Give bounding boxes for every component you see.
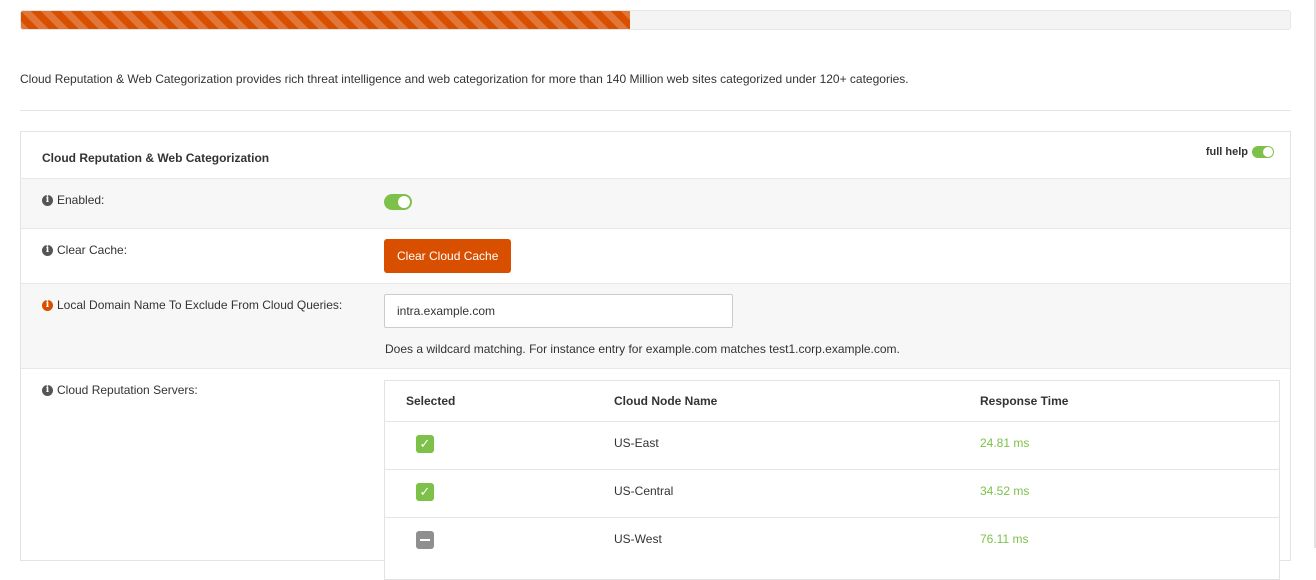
full-help-switch-icon[interactable] <box>1252 146 1274 158</box>
settings-panel: Cloud Reputation & Web Categorization fu… <box>20 131 1291 580</box>
node-name: US-West <box>614 532 662 546</box>
table-row[interactable]: ✓ US-East 24.81 ms <box>385 421 1279 469</box>
checkbox-checked-icon[interactable]: ✓ <box>416 483 434 501</box>
local-domain-hint: Does a wildcard matching. For instance e… <box>385 342 900 356</box>
info-icon[interactable]: i <box>42 244 53 256</box>
node-name: US-East <box>614 436 659 450</box>
row-cloud-servers: i Cloud Reputation Servers: Selected Clo… <box>21 369 1290 580</box>
intro-text: Cloud Reputation & Web Categorization pr… <box>20 72 909 86</box>
enabled-label-text: Enabled: <box>57 193 105 207</box>
row-enabled: i Enabled: <box>21 179 1290 229</box>
checkbox-checked-icon[interactable]: ✓ <box>416 435 434 453</box>
row-local-domain: i Local Domain Name To Exclude From Clou… <box>21 284 1290 369</box>
cloud-servers-label: i Cloud Reputation Servers: <box>42 383 198 397</box>
panel-title: Cloud Reputation & Web Categorization <box>42 151 270 165</box>
checkbox-indeterminate-icon[interactable] <box>416 531 434 549</box>
local-domain-input[interactable] <box>384 294 733 328</box>
panel-header: Cloud Reputation & Web Categorization fu… <box>21 132 1290 179</box>
cloud-servers-label-text: Cloud Reputation Servers: <box>57 383 198 397</box>
column-header-response-time[interactable]: Response Time <box>980 394 1068 408</box>
divider <box>20 110 1291 111</box>
row-clear-cache: i Clear Cache: Clear Cloud Cache <box>21 229 1290 284</box>
column-header-selected[interactable]: Selected <box>406 394 455 408</box>
full-help-label: full help <box>1205 146 1248 158</box>
table-row[interactable]: ✓ US-Central 34.52 ms <box>385 469 1279 517</box>
local-domain-label-text: Local Domain Name To Exclude From Cloud … <box>57 298 343 312</box>
column-header-node-name[interactable]: Cloud Node Name <box>614 394 717 408</box>
info-icon[interactable]: i <box>42 194 53 206</box>
full-help-toggle[interactable]: full help <box>1206 146 1274 158</box>
clear-cloud-cache-button[interactable]: Clear Cloud Cache <box>384 239 512 273</box>
response-time: 76.11 ms <box>980 532 1029 546</box>
cloud-servers-table: Selected Cloud Node Name Response Time ✓… <box>384 380 1280 580</box>
response-time: 24.81 ms <box>980 436 1030 450</box>
info-icon[interactable]: i <box>42 384 53 396</box>
table-row[interactable]: US-West 76.11 ms <box>385 517 1279 565</box>
info-icon[interactable]: i <box>42 299 53 311</box>
enabled-label: i Enabled: <box>42 193 104 207</box>
node-name: US-Central <box>614 484 674 498</box>
progress-bar <box>20 10 1291 30</box>
progress-fill <box>21 11 631 29</box>
local-domain-label: i Local Domain Name To Exclude From Clou… <box>42 298 342 312</box>
response-time: 34.52 ms <box>980 484 1030 498</box>
clear-cache-label: i Clear Cache: <box>42 243 127 257</box>
enabled-toggle[interactable] <box>384 194 412 210</box>
clear-cache-label-text: Clear Cache: <box>57 243 128 257</box>
